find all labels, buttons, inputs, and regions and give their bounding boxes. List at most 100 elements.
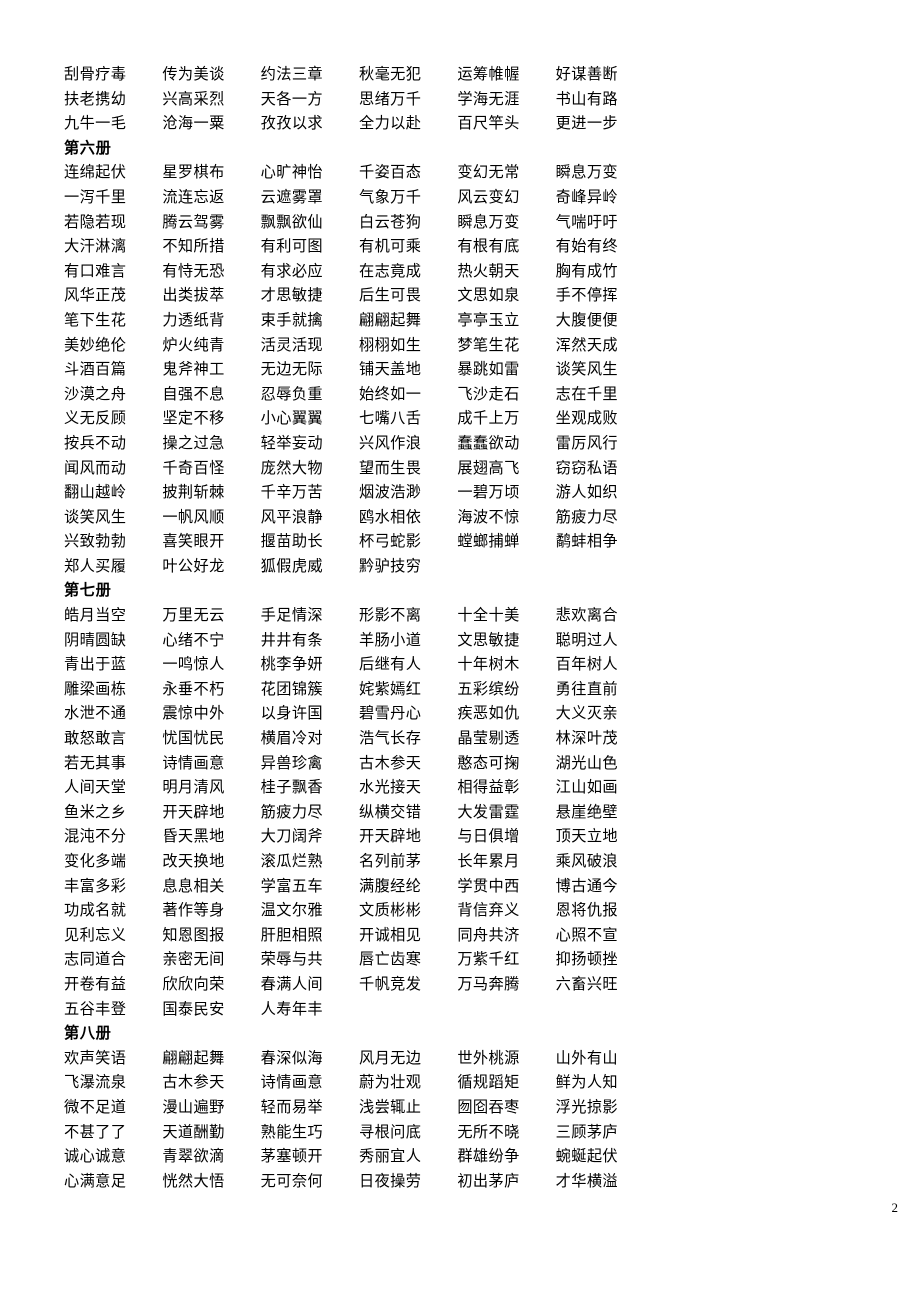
idiom-cell: 才华横溢 — [555, 1171, 618, 1190]
idiom-row: 一泻千里 流连忘返 云遮雾罩 气象万千 风云变幻 奇峰异岭 — [64, 185, 654, 210]
idiom-cell: 谈笑风生 — [555, 360, 618, 379]
idiom-cell: 全力以赴 — [358, 114, 422, 133]
idiom-cell: 望而生畏 — [358, 458, 422, 477]
idiom-cell: 蠢蠢欲动 — [457, 433, 520, 452]
idiom-cell: 肝胆相照 — [260, 925, 324, 944]
volume-heading-row: 第八册 — [64, 1021, 654, 1046]
idiom-cell: 水光接天 — [358, 778, 422, 797]
empty-cell — [556, 1021, 654, 1046]
idiom-cell: 敢怒敢言 — [64, 729, 127, 748]
idiom-cell: 揠苗助长 — [260, 532, 324, 551]
idiom-cell: 杯弓蛇影 — [358, 532, 422, 551]
idiom-row: 开卷有益 欣欣向荣 春满人间 千帆竞发 万马奔腾 六畜兴旺 — [64, 972, 654, 997]
idiom-cell: 手不停挥 — [555, 286, 618, 305]
idiom-row: 若隐若现 腾云驾雾 飘飘欲仙 白云苍狗 瞬息万变 气喘吁吁 — [64, 210, 654, 235]
idiom-cell: 文思敏捷 — [457, 630, 520, 649]
idiom-row: 丰富多彩 息息相关 学富五车 满腹经纶 学贯中西 博古通今 — [64, 874, 654, 899]
idiom-cell: 知恩图报 — [162, 925, 225, 944]
idiom-cell: 博古通今 — [555, 876, 618, 895]
idiom-cell: 若无其事 — [64, 753, 127, 772]
idiom-cell: 开诚相见 — [358, 925, 422, 944]
idiom-row: 按兵不动 操之过急 轻举妄动 兴风作浪 蠢蠢欲动 雷厉风行 — [64, 431, 654, 456]
idiom-cell: 烟波浩渺 — [358, 483, 422, 502]
idiom-cell: 春满人间 — [260, 974, 324, 993]
idiom-cell: 变化多端 — [64, 852, 127, 870]
idiom-cell: 恩将仇报 — [555, 901, 618, 920]
idiom-cell: 秀丽宜人 — [358, 1147, 422, 1166]
idiom-cell: 斗酒百篇 — [64, 360, 127, 379]
volume-heading: 第八册 — [64, 1024, 112, 1043]
idiom-cell: 兴致勃勃 — [64, 532, 127, 551]
idiom-cell: 林深叶茂 — [555, 729, 618, 748]
idiom-cell: 后生可畏 — [358, 286, 422, 305]
idiom-cell: 筋疲力尽 — [555, 507, 618, 526]
idiom-cell: 春深似海 — [260, 1048, 324, 1067]
idiom-cell: 大发雷霆 — [457, 802, 520, 821]
idiom-cell: 勇往直前 — [555, 679, 618, 698]
idiom-cell: 星罗棋布 — [162, 163, 225, 182]
idiom-cell: 万马奔腾 — [457, 974, 520, 993]
idiom-cell: 温文尔雅 — [260, 901, 324, 920]
idiom-cell: 窃窃私语 — [555, 458, 618, 477]
idiom-cell: 碧雪丹心 — [358, 704, 422, 723]
idiom-cell: 浮光掠影 — [555, 1097, 618, 1116]
idiom-cell: 异兽珍禽 — [260, 753, 324, 772]
idiom-cell: 文思如泉 — [457, 286, 520, 305]
idiom-cell: 诗情画意 — [260, 1073, 324, 1092]
idiom-cell: 好谋善断 — [555, 65, 618, 83]
idiom-cell: 束手就擒 — [260, 310, 324, 329]
idiom-cell: 明月清风 — [162, 778, 225, 797]
idiom-cell: 传为美谈 — [162, 65, 225, 83]
idiom-cell: 乘风破浪 — [555, 852, 618, 870]
idiom-cell: 山外有山 — [555, 1048, 618, 1067]
idiom-cell: 运筹帷幄 — [457, 65, 520, 83]
idiom-cell: 微不足道 — [64, 1097, 127, 1116]
idiom-cell: 沙漠之舟 — [64, 384, 127, 403]
idiom-cell: 兴高采烈 — [162, 89, 225, 108]
idiom-row: 斗酒百篇 鬼斧神工 无边无际 铺天盖地 暴跳如雷 谈笑风生 — [64, 357, 654, 382]
idiom-cell: 有利可图 — [260, 237, 324, 256]
idiom-cell: 气喘吁吁 — [555, 212, 618, 231]
idiom-cell: 江山如画 — [555, 778, 618, 797]
idiom-cell: 五谷丰登 — [64, 999, 127, 1018]
idiom-cell: 青出于蓝 — [64, 655, 127, 674]
idiom-cell: 热火朝天 — [457, 261, 520, 280]
idiom-cell: 聪明过人 — [555, 630, 618, 649]
idiom-cell: 海波不惊 — [457, 507, 520, 526]
idiom-cell: 一帆风顺 — [162, 507, 225, 526]
idiom-cell: 闻风而动 — [64, 458, 127, 477]
idiom-row: 义无反顾 坚定不移 小心翼翼 七嘴八舌 成千上万 坐观成败 — [64, 406, 654, 431]
idiom-cell: 有口难言 — [64, 261, 127, 280]
idiom-cell: 十年树木 — [457, 655, 520, 674]
idiom-row: 青出于蓝 一鸣惊人 桃李争妍 后继有人 十年树木 百年树人 — [64, 652, 654, 677]
idiom-cell: 日夜操劳 — [358, 1171, 422, 1190]
idiom-cell: 一泻千里 — [64, 187, 127, 206]
idiom-cell: 轻举妄动 — [260, 433, 324, 452]
idiom-cell: 刮骨疗毒 — [64, 65, 127, 83]
idiom-row: 谈笑风生 一帆风顺 风平浪静 鸥水相依 海波不惊 筋疲力尽 — [64, 505, 654, 530]
idiom-cell: 五彩缤纷 — [457, 679, 520, 698]
idiom-row: 变化多端 改天换地 滚瓜烂熟 名列前茅 长年累月 乘风破浪 — [64, 849, 654, 874]
idiom-cell: 阴晴圆缺 — [64, 630, 127, 649]
idiom-cell: 忧国忧民 — [162, 729, 225, 748]
idiom-cell: 形影不离 — [358, 606, 422, 625]
idiom-cell: 约法三章 — [260, 65, 324, 83]
idiom-row: 雕梁画栋 永垂不朽 花团锦簇 姹紫嫣红 五彩缤纷 勇往直前 — [64, 677, 654, 702]
idiom-cell: 成千上万 — [457, 409, 520, 428]
idiom-cell: 按兵不动 — [64, 433, 127, 452]
idiom-cell: 暴跳如雷 — [457, 360, 520, 379]
empty-cell — [162, 1021, 260, 1046]
idiom-row: 飞瀑流泉 古木参天 诗情画意 蔚为壮观 循规蹈矩 鲜为人知 — [64, 1070, 654, 1095]
idiom-row: 见利忘义 知恩图报 肝胆相照 开诚相见 同舟共济 心照不宣 — [64, 923, 654, 948]
idiom-cell: 湖光山色 — [555, 753, 618, 772]
idiom-cell: 叶公好龙 — [162, 556, 225, 575]
idiom-cell: 同舟共济 — [457, 925, 520, 944]
idiom-cell: 与日俱增 — [457, 827, 520, 846]
volume-heading: 第七册 — [64, 581, 112, 600]
idiom-row: 人间天堂 明月清风 桂子飘香 水光接天 相得益彰 江山如画 — [64, 775, 654, 800]
idiom-cell: 千辛万苦 — [260, 483, 324, 502]
empty-cell — [556, 554, 654, 579]
idiom-cell: 心旷神怡 — [260, 163, 324, 182]
idiom-cell: 抑扬顿挫 — [555, 950, 618, 969]
idiom-cell: 思绪万千 — [358, 89, 422, 108]
